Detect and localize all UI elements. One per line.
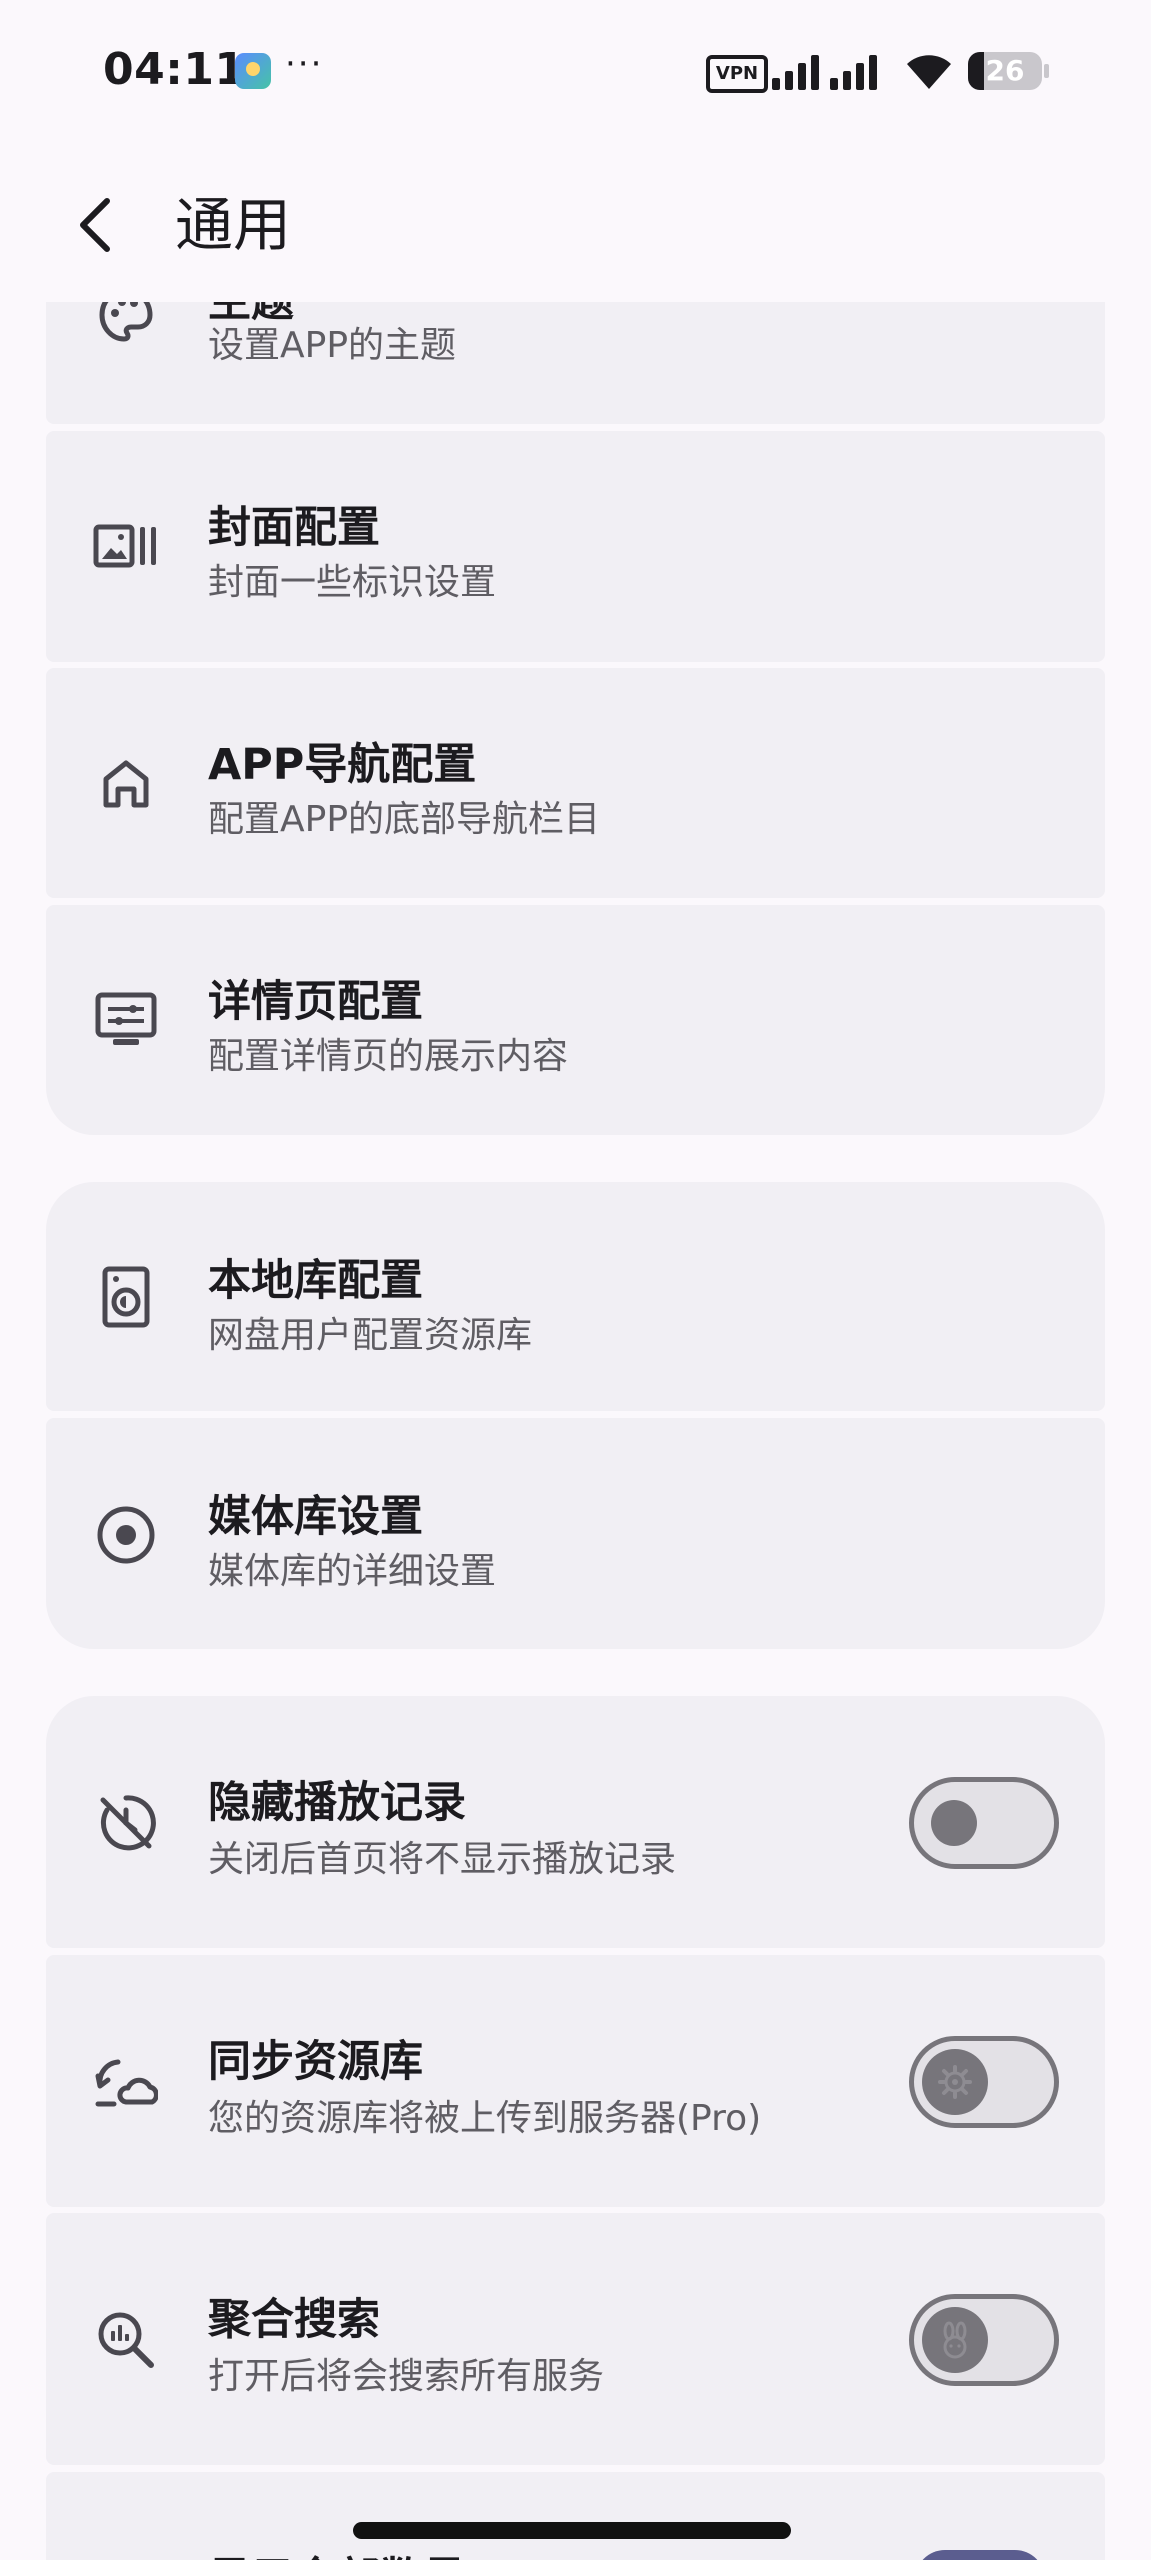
rabbit-icon xyxy=(943,2321,967,2359)
hide-history-switch[interactable] xyxy=(909,1777,1059,1869)
gallery-notification-icon xyxy=(235,53,271,89)
app-root: 04:11 ··· VPN 26 通用 主题 设置APP的主题 封面配置 封面一… xyxy=(0,0,1151,2560)
setting-local-library[interactable]: 本地库配置 网盘用户配置资源库 xyxy=(46,1182,1105,1411)
setting-subtitle: 关闭后首页将不显示播放记录 xyxy=(208,1839,677,1880)
aggregate-search-switch[interactable] xyxy=(909,2294,1059,2386)
search-insights-icon xyxy=(91,2305,161,2375)
setting-cover[interactable]: 封面配置 封面一些标识设置 xyxy=(46,431,1105,662)
switch-thumb xyxy=(931,1800,977,1846)
setting-hide-history[interactable]: 隐藏播放记录 关闭后首页将不显示播放记录 xyxy=(46,1696,1105,1948)
setting-detail-page[interactable]: 详情页配置 配置详情页的展示内容 xyxy=(46,905,1105,1135)
setting-title: APP导航配置 xyxy=(208,740,477,790)
setting-media-library[interactable]: 媒体库设置 媒体库的详细设置 xyxy=(46,1418,1105,1649)
setting-title: 详情页配置 xyxy=(208,977,423,1027)
setting-subtitle: 封面一些标识设置 xyxy=(208,562,497,603)
status-time: 04:11 xyxy=(103,44,246,95)
cell-signal-icon-2 xyxy=(830,55,877,90)
setting-sync-library[interactable]: 同步资源库 您的资源库将被上传到服务器(Pro) xyxy=(46,1955,1105,2207)
show-all-count-switch[interactable] xyxy=(915,2550,1045,2560)
disc-icon xyxy=(91,1500,161,1570)
setting-title: 媒体库设置 xyxy=(208,1492,423,1542)
setting-subtitle: 配置详情页的展示内容 xyxy=(208,1036,569,1077)
setting-subtitle: 配置APP的底部导航栏目 xyxy=(208,799,601,840)
gear-icon xyxy=(938,2065,972,2099)
battery-level: 26 xyxy=(985,54,1025,87)
page-title: 通用 xyxy=(175,191,292,259)
setting-title: 封面配置 xyxy=(208,503,380,553)
setting-title: 显示全部数量 xyxy=(208,2544,466,2560)
setting-subtitle: 您的资源库将被上传到服务器(Pro) xyxy=(208,2098,762,2139)
switch-thumb xyxy=(922,2049,988,2115)
setting-title: 隐藏播放记录 xyxy=(208,1778,466,1828)
battery-tip xyxy=(1044,64,1049,78)
cell-signal-icon-1 xyxy=(772,55,819,90)
status-bar: 04:11 ··· VPN 26 xyxy=(0,0,1151,150)
wifi-icon xyxy=(907,55,951,89)
arrow-back-icon xyxy=(80,198,110,252)
setting-title: 同步资源库 xyxy=(208,2037,423,2087)
setting-show-all-count[interactable]: 显示全部数量 xyxy=(46,2472,1105,2560)
setting-subtitle: 网盘用户配置资源库 xyxy=(208,1315,533,1356)
display-settings-icon xyxy=(91,985,161,1055)
vpn-icon: VPN xyxy=(706,55,768,93)
switch-thumb xyxy=(922,2307,988,2373)
cover-gallery-icon xyxy=(91,511,161,581)
setting-aggregate-search[interactable]: 聚合搜索 打开后将会搜索所有服务 xyxy=(46,2213,1105,2465)
setting-app-nav[interactable]: APP导航配置 配置APP的底部导航栏目 xyxy=(46,668,1105,898)
setting-subtitle: 设置APP的主题 xyxy=(208,325,457,366)
setting-title: 聚合搜索 xyxy=(208,2295,380,2345)
cloud-sync-icon xyxy=(91,2047,161,2117)
setting-subtitle: 打开后将会搜索所有服务 xyxy=(208,2356,605,2397)
home-icon xyxy=(91,748,161,818)
setting-title: 本地库配置 xyxy=(208,1256,423,1306)
more-notifications-icon: ··· xyxy=(285,44,324,84)
battery-icon: 26 xyxy=(968,52,1042,90)
home-indicator[interactable] xyxy=(353,2522,791,2539)
back-button[interactable] xyxy=(46,175,146,275)
history-hidden-icon xyxy=(91,1788,161,1858)
top-app-bar: 通用 xyxy=(0,150,1151,302)
sync-library-switch[interactable] xyxy=(909,2036,1059,2128)
setting-subtitle: 媒体库的详细设置 xyxy=(208,1551,497,1592)
storage-device-icon xyxy=(91,1262,161,1332)
